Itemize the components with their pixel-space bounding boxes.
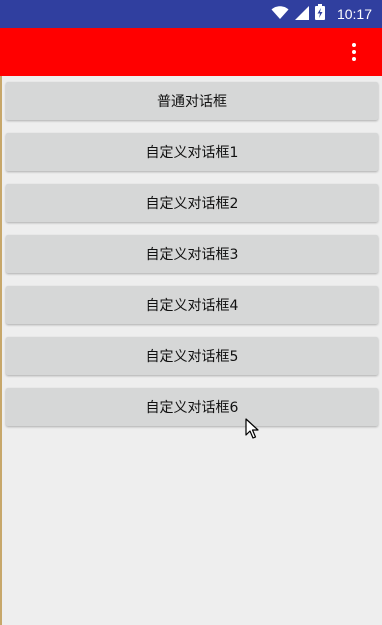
status-time: 10:17 xyxy=(336,6,372,22)
mouse-pointer-icon xyxy=(245,418,259,440)
status-bar: 10:17 xyxy=(0,0,382,28)
custom-dialog-1-button[interactable]: 自定义对话框1 xyxy=(6,133,378,171)
custom-dialog-5-button[interactable]: 自定义对话框5 xyxy=(6,337,378,375)
normal-dialog-button[interactable]: 普通对话框 xyxy=(6,82,378,120)
app-bar xyxy=(0,28,382,76)
signal-icon xyxy=(294,5,309,24)
status-icons: 10:17 xyxy=(271,0,372,28)
custom-dialog-6-button[interactable]: 自定义对话框6 xyxy=(6,388,378,426)
custom-dialog-3-button[interactable]: 自定义对话框3 xyxy=(6,235,378,273)
overflow-dot xyxy=(352,57,356,61)
overflow-dot xyxy=(352,43,356,47)
content-area: 普通对话框 自定义对话框1 自定义对话框2 自定义对话框3 自定义对话框4 自定… xyxy=(0,76,382,625)
more-vert-icon[interactable] xyxy=(342,40,366,64)
overflow-dot xyxy=(352,50,356,54)
battery-charging-icon xyxy=(314,4,325,24)
custom-dialog-2-button[interactable]: 自定义对话框2 xyxy=(6,184,378,222)
custom-dialog-4-button[interactable]: 自定义对话框4 xyxy=(6,286,378,324)
wifi-icon xyxy=(271,5,289,24)
